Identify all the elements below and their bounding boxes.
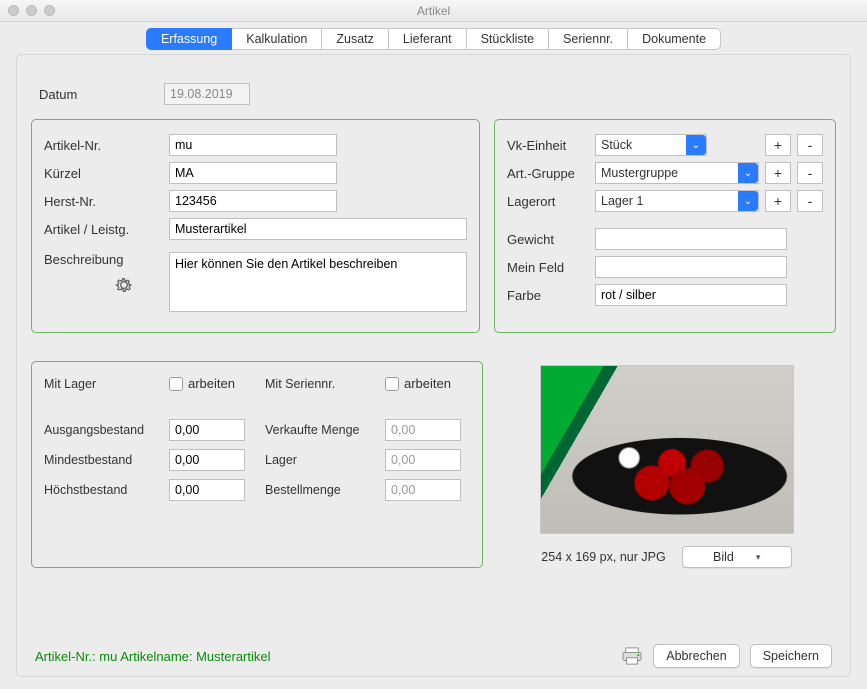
gear-icon[interactable] [114,275,134,295]
image-button[interactable]: Bild ▾ [682,546,792,568]
chevron-down-icon: ⌄ [738,163,758,183]
label-hoechst: Höchstbestand [44,483,169,497]
label-herstnr: Herst-Nr. [44,194,169,209]
herstnr-field[interactable] [169,190,337,212]
label-artgruppe: Art.-Gruppe [507,166,595,181]
artgruppe-value: Mustergruppe [601,166,678,180]
kuerzel-field[interactable] [169,162,337,184]
chevron-down-icon: ▾ [756,552,761,563]
label-bestell: Bestellmenge [265,483,385,497]
label-beschreibung: Beschreibung [44,252,169,267]
artgruppe-add-button[interactable]: + [765,162,791,184]
label-vkeinheit: Vk-Einheit [507,138,595,153]
vkeinheit-value: Stück [601,138,632,152]
datum-field[interactable] [164,83,250,105]
label-meinfeld: Mein Feld [507,260,595,275]
tab-lieferant[interactable]: Lieferant [389,28,467,50]
lagerort-add-button[interactable]: + [765,190,791,212]
ausgang-field[interactable] [169,419,245,441]
mitseriennr-checkbox[interactable] [385,377,399,391]
frame-properties: Vk-Einheit Stück ⌄ + - Art.-Gruppe [494,119,836,333]
chevron-down-icon: ⌄ [738,191,758,211]
mitlager-checkbox[interactable] [169,377,183,391]
label-farbe: Farbe [507,288,595,303]
mitlager-checklabel: arbeiten [188,376,235,391]
label-mindest: Mindestbestand [44,453,169,467]
artikel-field[interactable] [169,218,467,240]
chevron-down-icon: ⌄ [686,135,706,155]
gewicht-field[interactable] [595,228,787,250]
label-mitlager: Mit Lager [44,377,169,391]
vkeinheit-add-button[interactable]: + [765,134,791,156]
frame-stock: Mit Lager arbeiten Ausgangsbestand Minde… [31,361,483,568]
artgruppe-select[interactable]: Mustergruppe ⌄ [595,162,759,184]
label-gewicht: Gewicht [507,232,595,247]
tab-seriennr[interactable]: Seriennr. [549,28,628,50]
tab-zusatz[interactable]: Zusatz [322,28,389,50]
titlebar: Artikel [0,0,867,22]
label-kuerzel: Kürzel [44,166,169,181]
label-mitseriennr: Mit Seriennr. [265,377,385,391]
tab-bar: Erfassung Kalkulation Zusatz Lieferant S… [16,28,851,50]
frame-article: Artikel-Nr. Kürzel Herst-Nr. Artikel / L… [31,119,480,333]
vkeinheit-remove-button[interactable]: - [797,134,823,156]
tab-stueckliste[interactable]: Stückliste [467,28,550,50]
label-verkauft: Verkaufte Menge [265,423,385,437]
lagerort-remove-button[interactable]: - [797,190,823,212]
article-image[interactable] [540,365,794,534]
beschreibung-field[interactable] [169,252,467,312]
verkauft-field [385,419,461,441]
cancel-button[interactable]: Abbrechen [653,644,739,668]
printer-icon[interactable] [621,647,643,665]
window-title: Artikel [0,4,867,18]
label-lagerort: Lagerort [507,194,595,209]
tab-kalkulation[interactable]: Kalkulation [232,28,322,50]
artikelnr-field[interactable] [169,134,337,156]
mitseriennr-checklabel: arbeiten [404,376,451,391]
hoechst-field[interactable] [169,479,245,501]
meinfeld-field[interactable] [595,256,787,278]
status-text: Artikel-Nr.: mu Artikelname: Musterartik… [35,649,271,664]
save-button[interactable]: Speichern [750,644,832,668]
artgruppe-remove-button[interactable]: - [797,162,823,184]
lager-field [385,449,461,471]
bestell-field [385,479,461,501]
image-button-label: Bild [713,550,734,564]
farbe-field[interactable] [595,284,787,306]
mindest-field[interactable] [169,449,245,471]
lagerort-value: Lager 1 [601,194,643,208]
image-caption: 254 x 169 px, nur JPG [541,550,665,564]
label-datum: Datum [39,87,164,102]
tab-erfassung[interactable]: Erfassung [146,28,232,50]
label-ausgang: Ausgangsbestand [44,423,169,437]
image-area: 254 x 169 px, nur JPG Bild ▾ [497,361,836,568]
label-artikel: Artikel / Leistg. [44,222,169,237]
label-artikelnr: Artikel-Nr. [44,138,169,153]
label-lager: Lager [265,453,385,467]
vkeinheit-select[interactable]: Stück ⌄ [595,134,707,156]
lagerort-select[interactable]: Lager 1 ⌄ [595,190,759,212]
tab-dokumente[interactable]: Dokumente [628,28,721,50]
